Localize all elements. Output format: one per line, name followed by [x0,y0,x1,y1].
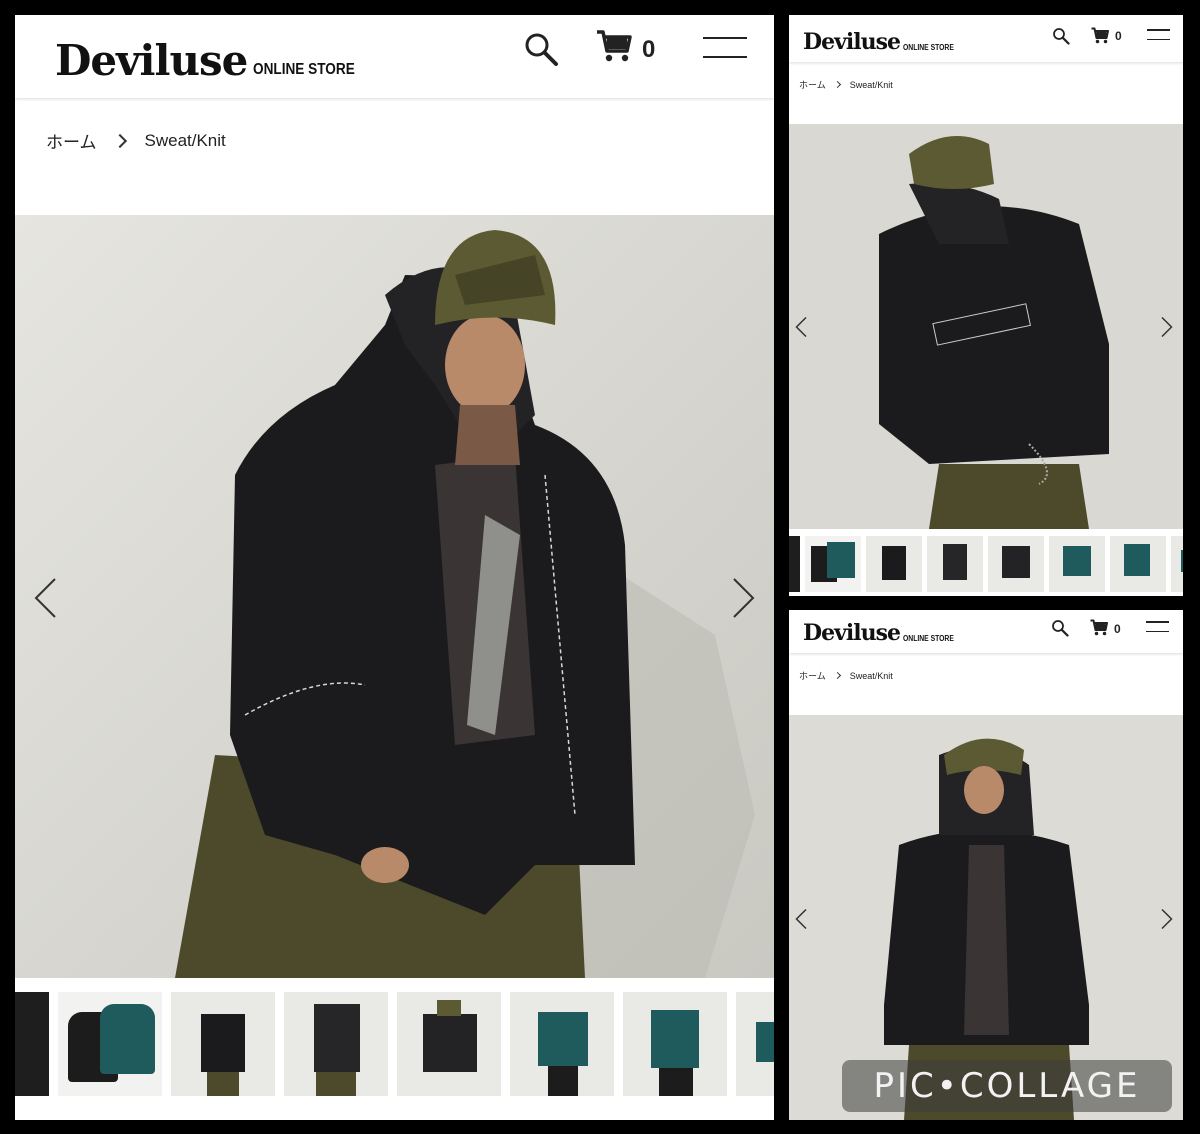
breadcrumb-current: Sweat/Knit [144,130,226,150]
brand-subtitle: ONLINE STORE [253,61,356,78]
product-thumbnail[interactable] [988,536,1044,592]
site-header: Deviluse ONLINE STORE 0 [789,610,1183,653]
site-header: Deviluse ONLINE STORE 0 [789,15,1183,62]
model-photo [15,215,774,978]
product-thumbnail[interactable] [623,992,727,1096]
chevron-right-icon [112,133,127,148]
thumbnail-strip [15,992,774,1096]
product-main-image[interactable] [15,215,774,978]
product-thumbnail[interactable] [736,992,774,1096]
product-thumbnail[interactable] [284,992,388,1096]
chevron-right-icon[interactable] [1161,908,1173,930]
search-icon[interactable] [523,31,559,67]
store-screenshot-back-view: Deviluse ONLINE STORE 0 ホーム Sweat/Knit [789,15,1183,596]
store-logo[interactable]: Deviluse ONLINE STORE [803,23,963,55]
thumbnail-strip [789,536,1183,592]
product-thumbnail[interactable] [866,536,922,592]
cart-icon[interactable] [1090,619,1108,636]
search-icon[interactable] [1052,27,1070,45]
hamburger-menu-icon[interactable] [1147,29,1170,40]
cart-icon[interactable] [1091,27,1109,44]
product-main-image[interactable] [789,124,1183,529]
cart-count: 0 [642,36,656,63]
hamburger-menu-icon[interactable] [703,37,747,58]
brand-name: Deviluse [803,620,901,646]
brand-name: Deviluse [55,36,248,85]
cart-count: 0 [1115,29,1122,43]
store-screenshot-front-view: Deviluse ONLINE STORE 0 ホーム Sweat/Knit [789,610,1183,1120]
store-logo[interactable]: Deviluse ONLINE STORE [55,25,373,85]
product-thumbnail[interactable] [15,992,49,1096]
store-logo[interactable]: Deviluse ONLINE STORE [803,616,963,646]
breadcrumb-home[interactable]: ホーム [46,128,97,153]
brand-subtitle: ONLINE STORE [902,43,954,52]
brand-name: Deviluse [803,29,901,55]
chevron-left-icon[interactable] [795,316,807,338]
product-thumbnail[interactable] [171,992,275,1096]
cart-count: 0 [1114,622,1121,636]
hamburger-menu-icon[interactable] [1146,621,1169,632]
product-thumbnail[interactable] [510,992,614,1096]
cart-icon[interactable] [596,29,632,63]
breadcrumb: ホーム Sweat/Knit [799,669,893,682]
product-thumbnail[interactable] [927,536,983,592]
chevron-left-icon[interactable] [33,577,57,619]
chevron-right-icon [833,671,841,680]
breadcrumb-current: Sweat/Knit [849,79,893,90]
chevron-right-icon [833,80,841,89]
store-screenshot-main: Deviluse ONLINE STORE 0 ホーム Sweat/Knit [15,15,774,1120]
breadcrumb-home[interactable]: ホーム [799,78,826,91]
site-header: Deviluse ONLINE STORE 0 [15,15,774,98]
product-thumbnail[interactable] [789,536,800,592]
model-photo [789,124,1183,529]
product-thumbnail[interactable] [58,992,162,1096]
product-thumbnail[interactable] [397,992,501,1096]
breadcrumb: ホーム Sweat/Knit [799,78,893,91]
product-thumbnail[interactable] [805,536,861,592]
chevron-right-icon[interactable] [732,577,756,619]
chevron-left-icon[interactable] [795,908,807,930]
breadcrumb-home[interactable]: ホーム [799,669,826,682]
app-watermark: PIC•COLLAGE [842,1060,1172,1112]
breadcrumb-current: Sweat/Knit [849,670,893,681]
product-thumbnail[interactable] [1171,536,1183,592]
product-thumbnail[interactable] [1049,536,1105,592]
breadcrumb: ホーム Sweat/Knit [46,128,226,153]
product-thumbnail[interactable] [1110,536,1166,592]
search-icon[interactable] [1051,619,1069,637]
brand-subtitle: ONLINE STORE [902,634,954,643]
chevron-right-icon[interactable] [1161,316,1173,338]
